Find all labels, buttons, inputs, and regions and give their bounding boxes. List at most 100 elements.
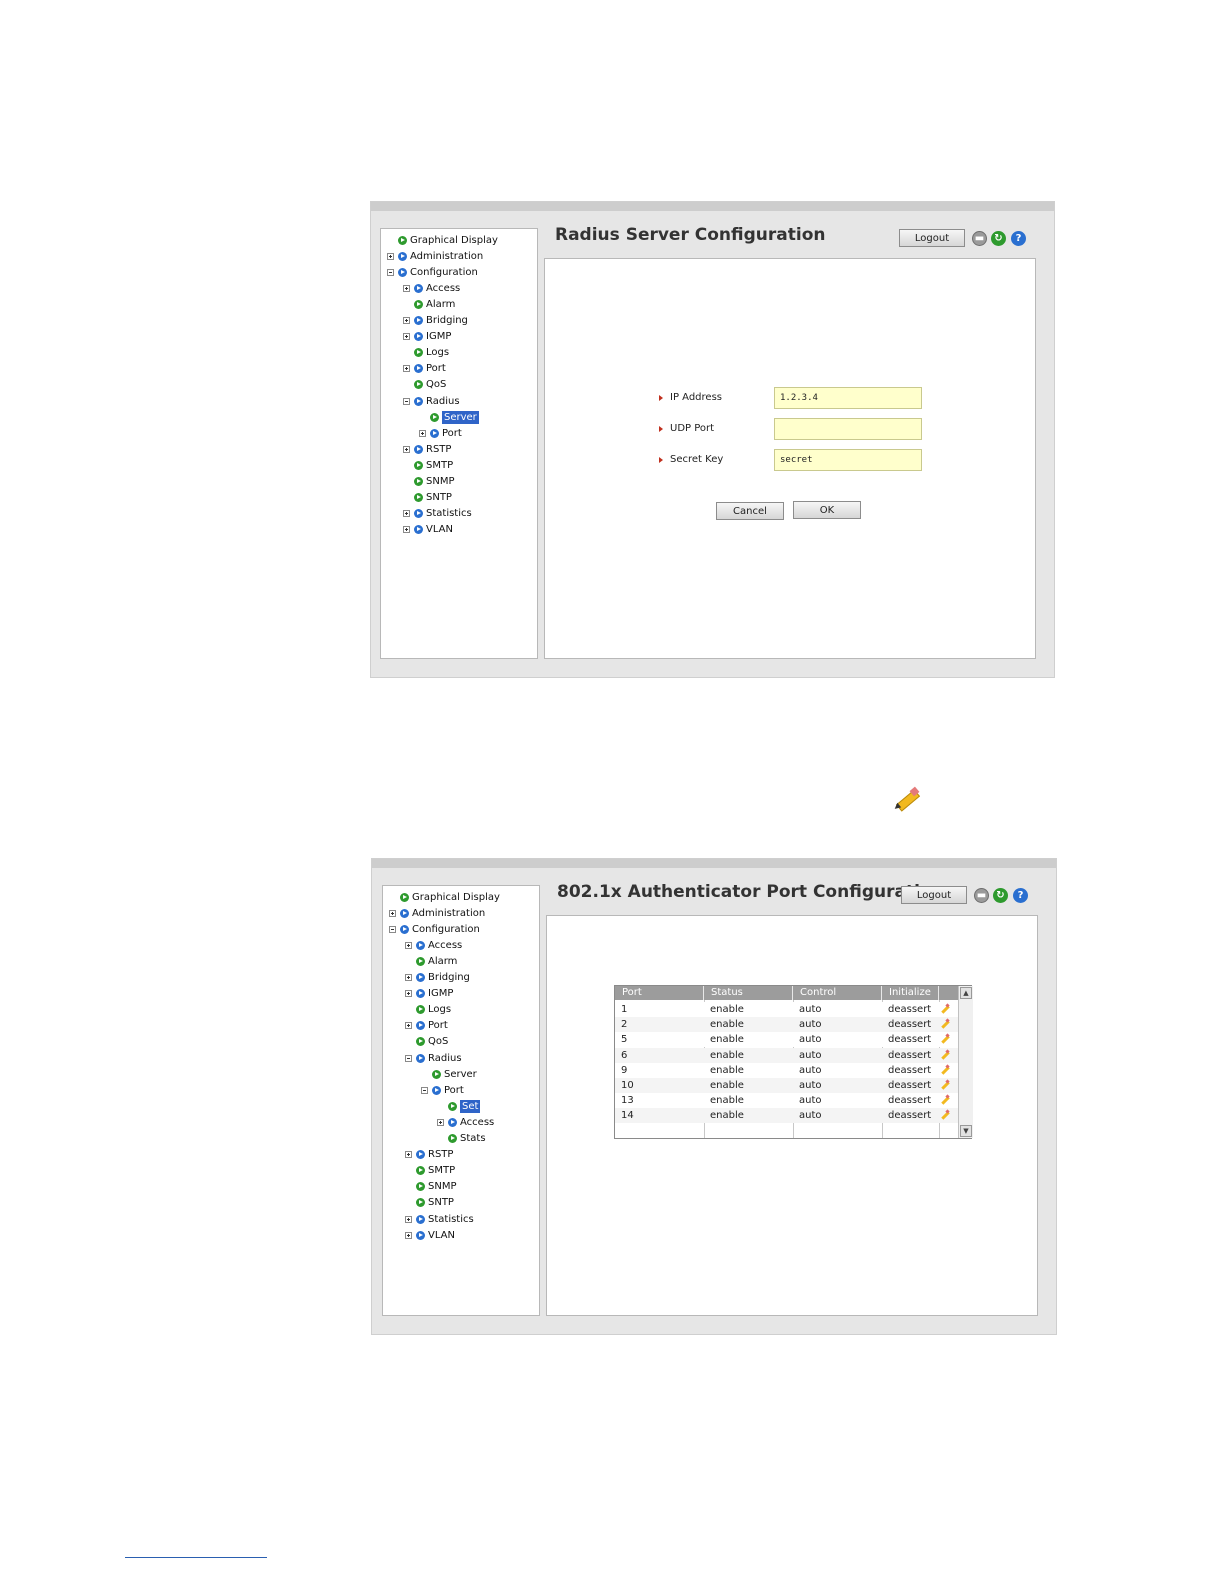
edit-pencil-icon[interactable] [939,1032,951,1047]
tree-item[interactable]: Set [448,1098,481,1114]
tree-item[interactable]: Stats [448,1131,486,1147]
column-header-port[interactable]: Port [615,986,704,1000]
tree-item[interactable]: QoS [416,1034,448,1050]
table-row[interactable]: 9 enable auto deassert [615,1062,958,1078]
table-scrollbar[interactable]: ▲ ▼ [958,986,973,1138]
expand-icon[interactable] [403,317,410,324]
edit-pencil-icon[interactable] [939,1002,951,1017]
expand-icon[interactable] [405,1231,412,1239]
refresh-icon[interactable]: ↻ [993,888,1008,903]
tree-item[interactable]: Port [403,361,446,377]
print-icon[interactable]: ▬ [972,231,987,246]
tree-item[interactable]: IGMP [405,986,453,1002]
expand-icon[interactable] [387,252,394,260]
scroll-down-icon[interactable]: ▼ [960,1125,972,1137]
collapse-icon[interactable] [387,268,394,276]
edit-pencil-icon[interactable] [939,1048,951,1063]
tree-item[interactable]: Graphical Display [400,889,500,905]
column-header-status[interactable]: Status [704,986,793,1000]
expand-icon[interactable] [405,1215,412,1223]
tree-item[interactable]: Access [403,280,460,296]
tree-item[interactable]: Server [430,409,479,425]
tree-item[interactable]: Logs [414,345,449,361]
table-row[interactable]: 2 enable auto deassert [615,1017,958,1033]
print-icon[interactable]: ▬ [974,888,989,903]
expand-icon[interactable] [405,1151,412,1159]
table-row[interactable]: 5 enable auto deassert [615,1032,958,1048]
tree-item[interactable]: RSTP [405,1147,453,1163]
tree-item[interactable]: RSTP [403,441,451,457]
edit-pencil-icon[interactable] [939,1093,951,1108]
table-row[interactable]: 6 enable auto deassert [615,1047,958,1063]
edit-pencil-icon[interactable] [939,1063,951,1078]
tree-item[interactable]: Server [432,1066,477,1082]
tree-item[interactable]: Alarm [414,296,455,312]
help-icon[interactable]: ? [1013,888,1028,903]
edit-pencil-icon[interactable] [939,1108,951,1123]
edit-pencil-icon[interactable] [939,1078,951,1093]
tree-item[interactable]: Bridging [403,313,468,329]
expand-icon[interactable] [405,1022,412,1030]
tree-item[interactable]: Port [419,425,462,441]
expand-icon[interactable] [403,445,410,453]
tree-item[interactable]: VLAN [405,1227,455,1243]
udp-port-field[interactable] [774,418,922,440]
ip-address-field[interactable]: 1.2.3.4 [774,387,922,409]
cancel-button[interactable]: Cancel [716,502,784,520]
scroll-up-icon[interactable]: ▲ [960,987,972,999]
tree-item[interactable]: IGMP [403,329,451,345]
tree-item[interactable]: Configuration [387,264,478,280]
expand-icon[interactable] [405,974,412,981]
tree-item[interactable]: Radius [405,1050,462,1066]
tree-item[interactable]: Administration [387,248,483,264]
tree-item[interactable]: Administration [389,905,485,921]
tree-item[interactable]: Bridging [405,970,470,986]
expand-icon[interactable] [403,284,410,292]
table-row[interactable]: 14 enable auto deassert [615,1108,958,1124]
expand-icon[interactable] [403,365,410,373]
column-header-control[interactable]: Control [793,986,882,1000]
table-row[interactable]: 13 enable auto deassert [615,1093,958,1109]
secret-key-field[interactable]: secret [774,449,922,471]
tree-item[interactable]: Radius [403,393,460,409]
expand-icon[interactable] [389,909,396,917]
expand-icon[interactable] [405,941,412,949]
collapse-icon[interactable] [403,397,410,405]
tree-item[interactable]: Port [405,1018,448,1034]
table-row[interactable]: 10 enable auto deassert [615,1078,958,1093]
tree-item[interactable]: Logs [416,1002,451,1018]
tree-item[interactable]: VLAN [403,522,453,538]
tree-item[interactable]: Access [405,937,462,953]
tree-item[interactable]: SNTP [416,1195,454,1211]
tree-item[interactable]: SMTP [416,1163,455,1179]
tree-item[interactable]: SMTP [414,457,453,473]
refresh-icon[interactable]: ↻ [991,231,1006,246]
logout-button[interactable]: Logout [899,229,965,247]
expand-icon[interactable] [403,526,410,534]
tree-item[interactable]: Statistics [405,1211,474,1227]
tree-item[interactable]: SNTP [414,490,452,506]
expand-icon[interactable] [403,333,410,341]
collapse-icon[interactable] [405,1054,412,1062]
tree-item[interactable]: Alarm [416,953,457,969]
edit-pencil-icon[interactable] [939,1017,951,1032]
ok-button[interactable]: OK [793,501,861,519]
expand-icon[interactable] [419,429,426,437]
tree-item[interactable]: Access [437,1114,494,1130]
expand-icon[interactable] [437,1118,444,1126]
expand-icon[interactable] [403,510,410,518]
tree-item[interactable]: QoS [414,377,446,393]
help-icon[interactable]: ? [1011,231,1026,246]
tree-item[interactable]: Configuration [389,921,480,937]
table-row[interactable]: 1 enable auto deassert [615,1002,958,1017]
tree-item[interactable]: Port [421,1082,464,1098]
collapse-icon[interactable] [421,1086,428,1094]
tree-item[interactable]: SNMP [414,474,455,490]
tree-item[interactable]: Statistics [403,506,472,522]
logout-button[interactable]: Logout [901,886,967,904]
tree-item[interactable]: SNMP [416,1179,457,1195]
tree-item[interactable]: Graphical Display [398,232,498,248]
expand-icon[interactable] [405,990,412,998]
collapse-icon[interactable] [389,925,396,933]
column-header-initialize[interactable]: Initialize [882,986,939,1000]
